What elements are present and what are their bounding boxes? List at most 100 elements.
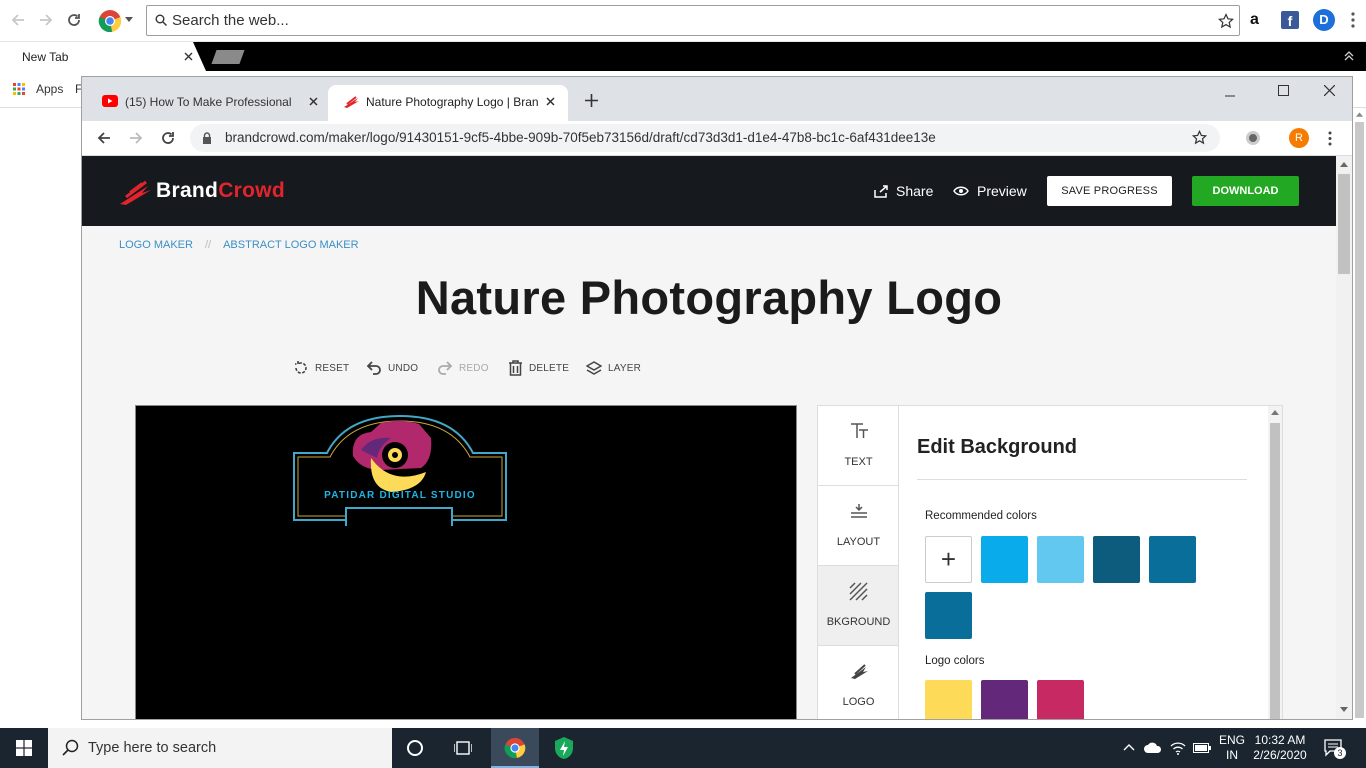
undo-button[interactable]: UNDO xyxy=(366,360,418,376)
logo-swoosh-icon xyxy=(849,662,869,680)
minimize-icon[interactable] xyxy=(1225,91,1235,101)
cortana-icon[interactable] xyxy=(407,740,423,756)
search-icon xyxy=(155,14,167,26)
logo-color-swatch[interactable] xyxy=(981,680,1028,719)
close-icon[interactable] xyxy=(546,97,555,106)
battery-icon[interactable] xyxy=(1193,743,1211,753)
logo-color-swatch[interactable] xyxy=(925,680,972,719)
panel-scrollbar-thumb[interactable] xyxy=(1270,423,1280,719)
windows-taskbar: Type here to search ENG IN 10:32 AM 2/26… xyxy=(0,728,1366,768)
logo-colors-label: Logo colors xyxy=(925,655,985,667)
new-tab-button[interactable] xyxy=(211,50,245,64)
inner-address-bar[interactable]: brandcrowd.com/maker/logo/91430151-9cf5-… xyxy=(190,124,1220,152)
outer-tab-strip xyxy=(0,42,1366,71)
delete-button[interactable]: DELETE xyxy=(508,360,569,376)
site-header: BrandCrowd Share Preview SAVE PROGRESS D… xyxy=(82,156,1336,226)
extension-icon[interactable] xyxy=(1246,131,1260,145)
amazon-icon[interactable]: a xyxy=(1250,11,1259,29)
scroll-up-icon[interactable] xyxy=(1340,162,1348,167)
add-color-button[interactable]: + xyxy=(925,536,972,583)
logo-design[interactable]: PATIDAR DIGITAL STUDIO xyxy=(291,410,509,526)
extension-d-icon[interactable]: D xyxy=(1313,9,1335,31)
camera-badge-logo xyxy=(293,414,507,526)
logo-color-swatch[interactable] xyxy=(1037,680,1084,719)
share-button[interactable]: Share xyxy=(874,183,933,199)
tab-text[interactable]: TEXT xyxy=(818,406,899,486)
color-swatch[interactable] xyxy=(1037,536,1084,583)
undo-label: UNDO xyxy=(388,362,419,374)
page-scrollbar[interactable] xyxy=(1336,156,1352,719)
outer-address-bar[interactable]: Search the web... xyxy=(146,5,1240,36)
menu-icon[interactable] xyxy=(1351,12,1355,28)
outer-scrollbar[interactable] xyxy=(1353,108,1366,728)
forward-icon[interactable] xyxy=(38,12,54,28)
save-progress-button[interactable]: SAVE PROGRESS xyxy=(1047,176,1172,206)
color-swatch[interactable] xyxy=(1093,536,1140,583)
wifi-icon[interactable] xyxy=(1170,741,1186,755)
logo-text[interactable]: PATIDAR DIGITAL STUDIO xyxy=(291,490,509,501)
scroll-up-icon[interactable] xyxy=(1356,112,1363,117)
inner-tab-brandcrowd[interactable]: Nature Photography Logo | Brand xyxy=(328,85,568,121)
inner-tab-youtube[interactable]: (15) How To Make Professional L xyxy=(94,85,324,121)
security-shield-icon[interactable] xyxy=(552,736,576,760)
panel-scrollbar[interactable] xyxy=(1268,406,1282,719)
tab-background[interactable]: BKGROUND xyxy=(818,566,899,646)
window-close-icon[interactable] xyxy=(1324,85,1335,96)
inner-browser-toolbar: brandcrowd.com/maker/logo/91430151-9cf5-… xyxy=(82,121,1352,156)
chevron-down-icon[interactable] xyxy=(125,17,133,23)
close-icon[interactable] xyxy=(184,52,193,61)
outer-scrollbar-thumb[interactable] xyxy=(1355,122,1364,718)
menu-icon[interactable] xyxy=(1328,131,1332,146)
bookmark-star-icon[interactable] xyxy=(1218,13,1234,29)
preview-button[interactable]: Preview xyxy=(953,183,1027,199)
scroll-down-icon[interactable] xyxy=(1340,707,1348,712)
undo-icon xyxy=(366,361,381,375)
download-button[interactable]: DOWNLOAD xyxy=(1192,176,1299,206)
redo-button[interactable]: REDO xyxy=(437,360,489,376)
onedrive-cloud-icon[interactable] xyxy=(1144,742,1162,753)
scroll-up-icon[interactable] xyxy=(1271,410,1279,415)
brandcrowd-wordmark[interactable]: BrandCrowd xyxy=(156,179,285,203)
color-swatch[interactable] xyxy=(1149,536,1196,583)
edit-background-title: Edit Background xyxy=(917,436,1078,458)
bookmark-star-icon[interactable] xyxy=(1192,130,1207,145)
bookmark-apps[interactable]: Apps xyxy=(36,82,63,96)
clock[interactable]: 10:32 AM 2/26/2020 xyxy=(1250,733,1310,763)
notification-center-icon[interactable]: 3 xyxy=(1324,739,1346,759)
new-tab-plus-icon[interactable] xyxy=(585,94,598,107)
taskbar-search[interactable]: Type here to search xyxy=(48,728,392,768)
reload-icon[interactable] xyxy=(66,12,82,28)
tab-logo[interactable]: LOGO xyxy=(818,646,899,719)
brandcrowd-logo-icon[interactable] xyxy=(118,178,152,206)
outer-tab-new-tab[interactable]: New Tab xyxy=(0,42,206,71)
inner-tab-title: (15) How To Make Professional L xyxy=(125,95,295,109)
breadcrumb-abstract-logo-maker[interactable]: ABSTRACT LOGO MAKER xyxy=(223,239,359,251)
layer-button[interactable]: LAYER xyxy=(586,360,641,376)
logo-canvas[interactable]: PATIDAR DIGITAL STUDIO xyxy=(135,405,797,719)
facebook-icon[interactable]: f xyxy=(1281,11,1299,29)
windows-start-icon[interactable] xyxy=(16,740,32,756)
tab-layout[interactable]: LAYOUT xyxy=(818,486,899,566)
forward-icon[interactable] xyxy=(128,130,144,146)
chevron-up-icon[interactable] xyxy=(1343,49,1355,61)
color-swatch[interactable] xyxy=(925,592,972,639)
color-swatch[interactable] xyxy=(981,536,1028,583)
page-scrollbar-thumb[interactable] xyxy=(1338,174,1350,274)
breadcrumb-logo-maker[interactable]: LOGO MAKER xyxy=(119,239,193,251)
tray-chevron-up-icon[interactable] xyxy=(1123,743,1135,751)
back-icon[interactable] xyxy=(10,12,26,28)
reset-button[interactable]: RESET xyxy=(293,360,349,376)
layers-icon xyxy=(586,361,602,375)
back-icon[interactable] xyxy=(96,130,112,146)
taskbar-chrome[interactable] xyxy=(491,728,539,768)
language-indicator[interactable]: ENG IN xyxy=(1219,733,1245,763)
apps-grid-icon[interactable] xyxy=(13,83,25,95)
task-view-icon[interactable] xyxy=(454,740,472,756)
tab-background-label: BKGROUND xyxy=(826,616,891,628)
reset-icon xyxy=(295,361,307,374)
maximize-icon[interactable] xyxy=(1278,85,1289,96)
profile-avatar[interactable]: R xyxy=(1289,128,1309,148)
reload-icon[interactable] xyxy=(160,130,176,146)
close-icon[interactable] xyxy=(309,97,318,106)
chrome-icon[interactable] xyxy=(98,9,122,33)
